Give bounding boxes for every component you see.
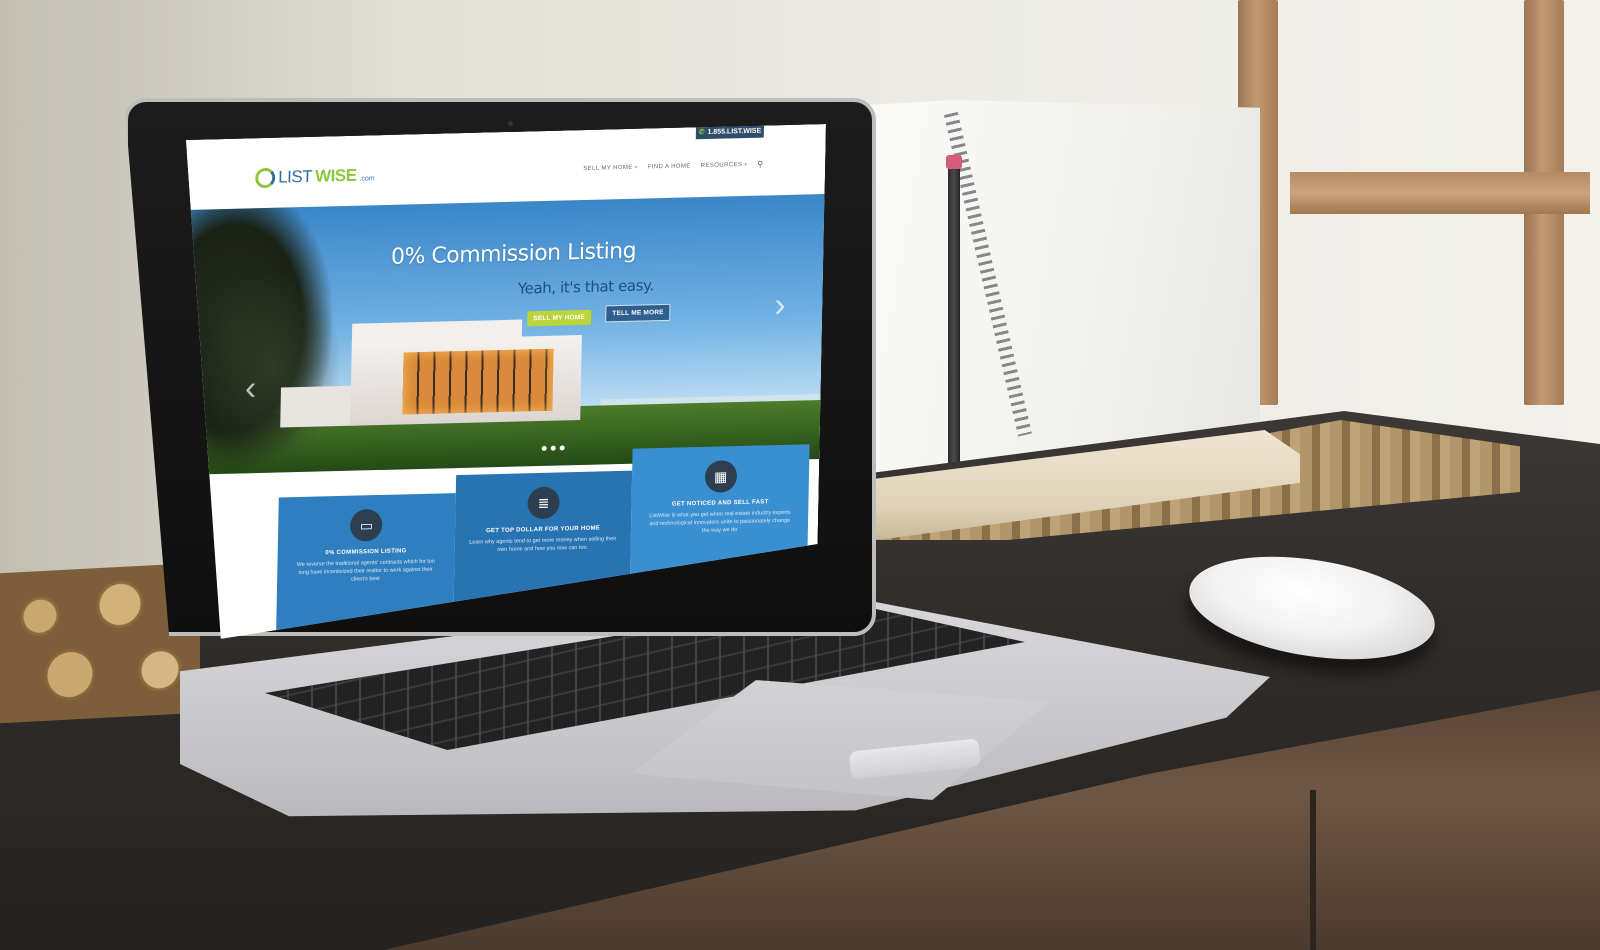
hero-subtitle: Yeah, it's that easy. <box>517 276 655 298</box>
search-icon[interactable]: ⚲ <box>757 160 763 169</box>
website-viewport: LIST WISE .com SELL MY HOME ▾ FIND A HOME … <box>176 124 826 640</box>
chevron-down-icon: ▾ <box>634 164 638 171</box>
webcam <box>508 121 513 126</box>
feature-title: GET NOTICED AND SELL FAST <box>671 499 769 508</box>
feature-commission: ▭ 0% COMMISSION LISTING We reverse the t… <box>276 493 455 637</box>
monitor-icon: ▭ <box>350 509 383 542</box>
features-row: ▭ 0% COMMISSION LISTING We reverse the t… <box>276 444 810 637</box>
laptop-screen: LIST WISE .com SELL MY HOME ▾ FIND A HOME … <box>176 124 826 640</box>
feature-text: We reverse the traditional agents' contr… <box>296 558 435 583</box>
ladder-rung <box>1290 172 1590 214</box>
hero-slider: 0% Commission Listing Yeah, it's that ea… <box>179 194 824 475</box>
chevron-down-icon: ▾ <box>744 161 748 168</box>
feature-text: ListWise is what you get when real estat… <box>649 509 791 534</box>
pencil <box>948 165 960 465</box>
house-glass-facade <box>402 349 553 415</box>
hero-title: 0% Commission Listing <box>390 238 637 270</box>
feature-sell-fast: ▦ GET NOTICED AND SELL FAST ListWise is … <box>629 444 809 628</box>
nav-sell-my-home[interactable]: SELL MY HOME ▾ <box>583 164 638 171</box>
phone-number-tab[interactable]: ✆ 1.855.LIST.WISE <box>696 124 764 139</box>
tell-me-more-button[interactable]: TELL ME MORE <box>605 304 671 323</box>
slider-next-arrow-icon[interactable]: › <box>774 285 793 325</box>
nav-label: FIND A HOME <box>647 162 691 170</box>
tree-silhouette <box>199 266 343 470</box>
feature-text: Learn why agents tend to get more money … <box>469 536 617 554</box>
nav-find-a-home[interactable]: FIND A HOME <box>648 163 691 170</box>
phone-icon: ✆ <box>698 129 705 137</box>
main-nav: SELL MY HOME ▾ FIND A HOME RESOURCES ▾ ⚲ <box>583 160 763 174</box>
nav-label: RESOURCES <box>700 161 743 169</box>
nav-label: SELL MY HOME <box>583 164 633 172</box>
slider-prev-arrow-icon[interactable]: ‹ <box>245 368 264 408</box>
house-annex <box>280 386 361 428</box>
logo-text-wise: WISE <box>314 165 357 186</box>
feature-title: GET TOP DOLLAR FOR YOUR HOME <box>485 525 601 535</box>
chart-icon: ▦ <box>704 460 737 493</box>
nav-resources[interactable]: RESOURCES ▾ <box>701 161 748 168</box>
coins-icon: ≣ <box>527 486 560 519</box>
feature-title: 0% COMMISSION LISTING <box>325 548 407 557</box>
sell-my-home-button[interactable]: SELL MY HOME <box>527 310 591 327</box>
feature-top-dollar: ≣ GET TOP DOLLAR FOR YOUR HOME Learn why… <box>453 471 633 633</box>
phone-number: 1.855.LIST.WISE <box>707 127 762 136</box>
logo-text-list: LIST <box>278 166 313 187</box>
logo-ring-icon <box>255 168 275 189</box>
logo-text-suffix: .com <box>359 175 375 183</box>
pencil-eraser <box>946 155 962 169</box>
desk-drawer-seam <box>1310 790 1316 950</box>
site-logo[interactable]: LIST WISE .com <box>255 165 375 188</box>
